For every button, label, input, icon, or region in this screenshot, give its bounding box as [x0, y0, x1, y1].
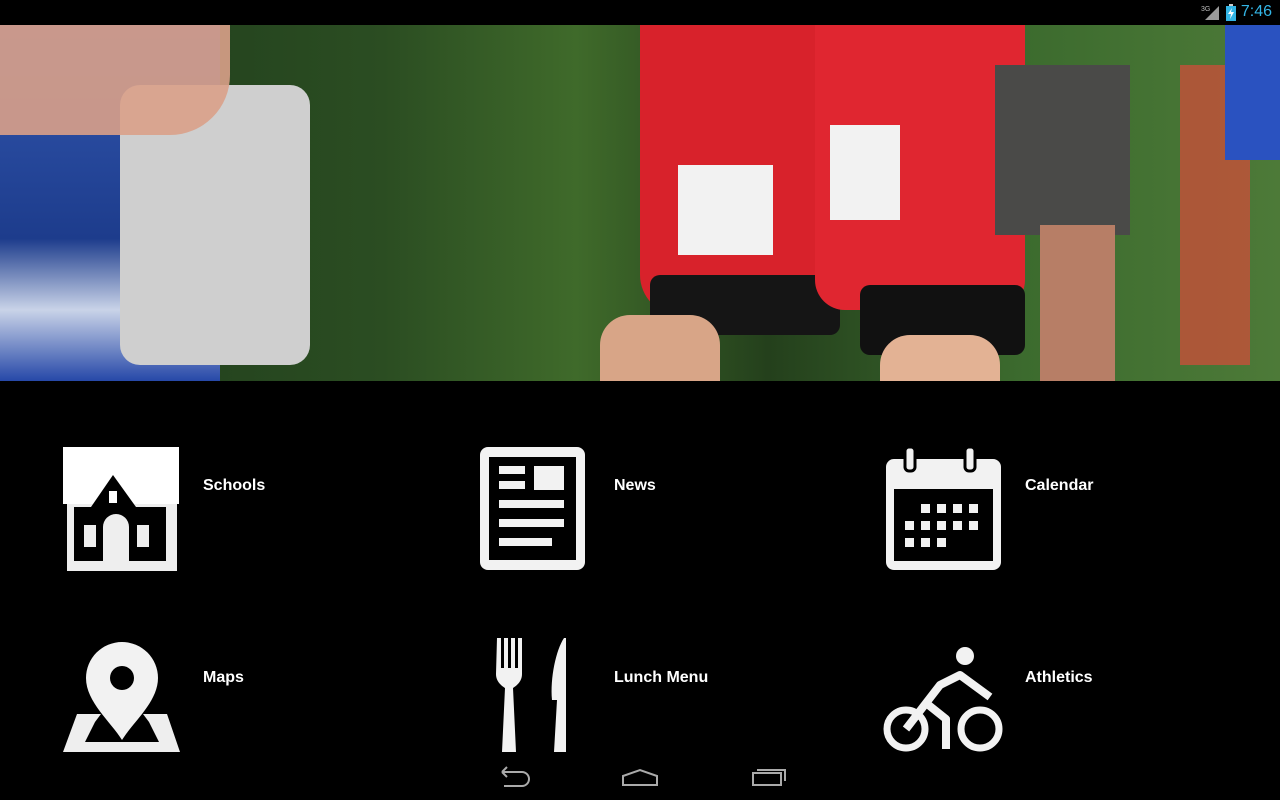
- back-icon[interactable]: [494, 764, 534, 788]
- cyclist-icon: [883, 647, 1003, 752]
- clock: 7:46: [1240, 3, 1272, 20]
- tile-athletics[interactable]: Athletics: [882, 645, 1242, 755]
- fork-knife-icon: [496, 638, 566, 752]
- tile-label: Lunch Menu: [614, 669, 709, 686]
- svg-text:3G: 3G: [1201, 6, 1210, 13]
- tile-maps[interactable]: Maps: [63, 640, 423, 755]
- status-bar: 3G 7:46: [0, 0, 1280, 25]
- tile-label: Calendar: [1025, 477, 1094, 494]
- calendar-icon: [886, 447, 1001, 570]
- tile-news[interactable]: News: [480, 447, 840, 572]
- navigation-bar: [0, 752, 1280, 800]
- newspaper-icon: [480, 447, 585, 570]
- hero-photo: [0, 25, 1280, 381]
- tile-label: Maps: [203, 669, 244, 686]
- tile-label: News: [614, 477, 656, 494]
- signal-icon: 3G: [1201, 6, 1219, 20]
- tile-lunch-menu[interactable]: Lunch Menu: [480, 638, 840, 753]
- tile-schools[interactable]: Schools: [63, 447, 423, 572]
- school-icon: [63, 447, 179, 571]
- map-pin-icon: [63, 642, 180, 752]
- tile-calendar[interactable]: Calendar: [885, 447, 1245, 572]
- battery-charging-icon: [1226, 4, 1236, 21]
- tile-label: Schools: [203, 477, 266, 494]
- tile-label: Athletics: [1025, 669, 1093, 686]
- home-icon[interactable]: [620, 764, 660, 788]
- recents-icon[interactable]: [750, 764, 790, 788]
